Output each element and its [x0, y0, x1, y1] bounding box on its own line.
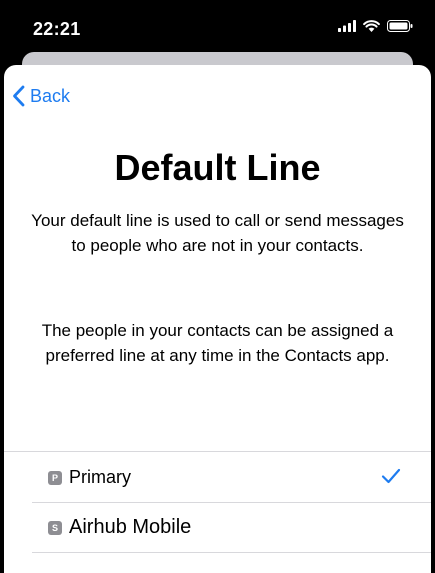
status-bar: 22:21 [0, 0, 435, 56]
description-default-line: Your default line is used to call or sen… [31, 211, 404, 255]
status-icons [338, 20, 413, 32]
signal-icon [338, 20, 356, 32]
line-label: Primary [69, 467, 131, 487]
default-line-sheet: Back Default Line Your default line is u… [4, 65, 431, 573]
line-label: Airhub Mobile [69, 516, 192, 538]
line-option-airhub-mobile[interactable]: S Airhub Mobile [32, 503, 431, 552]
secondary-badge-icon: S [48, 520, 62, 535]
back-button[interactable]: Back [12, 85, 70, 107]
description-contacts: The people in your contacts can be assig… [41, 321, 394, 365]
checkmark-icon [381, 468, 401, 484]
primary-badge-icon: P [48, 470, 62, 485]
battery-icon [387, 20, 413, 32]
divider [4, 451, 431, 452]
page-title: Default Line [114, 147, 321, 188]
divider [32, 552, 431, 553]
status-time: 22:21 [33, 19, 81, 39]
back-label: Back [30, 85, 71, 106]
chevron-left-icon [13, 85, 25, 107]
wifi-icon [363, 20, 380, 32]
line-option-primary[interactable]: P Primary [32, 453, 431, 502]
